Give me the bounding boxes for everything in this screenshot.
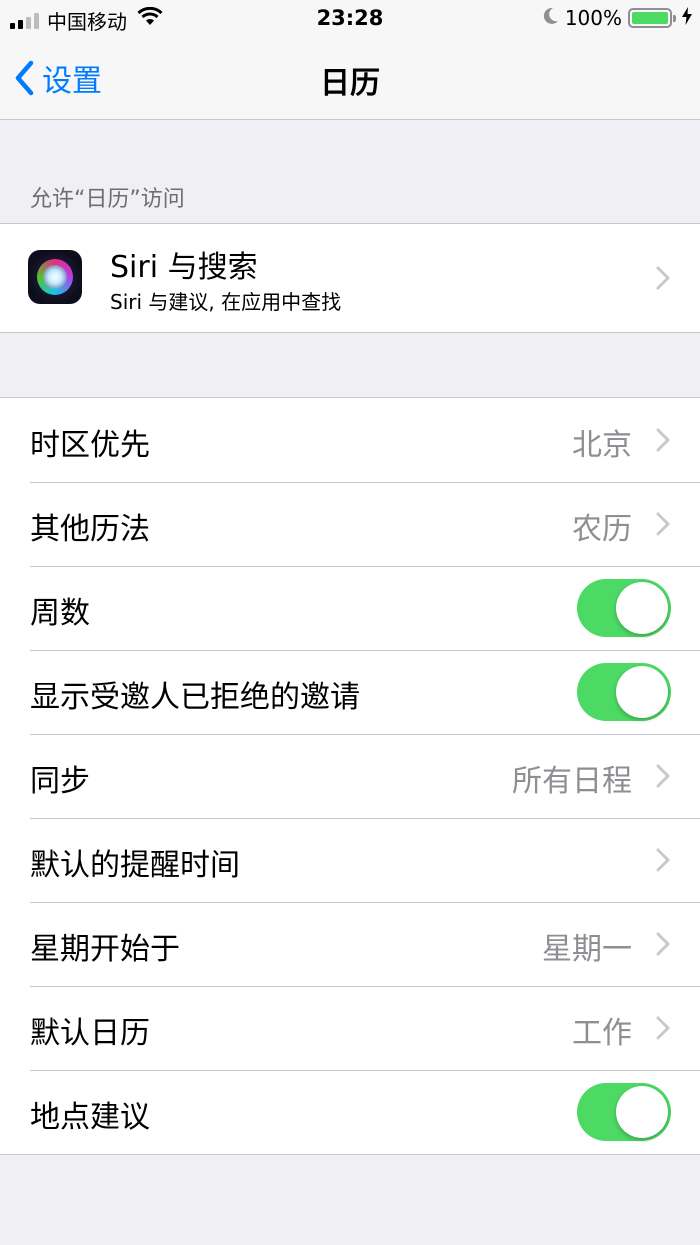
row-value: 所有日程	[512, 764, 632, 799]
row-week-numbers: 周数	[0, 566, 700, 650]
chevron-right-icon	[656, 848, 670, 872]
row-location-suggestions: 地点建议	[0, 1070, 700, 1154]
siri-title: Siri 与搜索	[110, 250, 258, 285]
chevron-right-icon	[656, 1016, 670, 1040]
chevron-right-icon	[656, 266, 670, 290]
siri-subtitle: Siri 与建议, 在应用中查找	[110, 290, 342, 314]
row-show-declined: 显示受邀人已拒绝的邀请	[0, 650, 700, 734]
row-label: 默认的提醒时间	[30, 848, 240, 883]
week-numbers-toggle[interactable]	[577, 579, 671, 637]
settings-group: 时区优先 北京 其他历法 农历 周数 显示受邀人已拒绝的邀请 同步 所有日程 默…	[0, 397, 700, 1155]
row-value: 星期一	[542, 932, 632, 967]
moon-icon	[543, 6, 559, 30]
row-label: 默认日历	[30, 1016, 150, 1051]
row-alternate-calendars[interactable]: 其他历法 农历	[0, 482, 700, 566]
row-timezone-override[interactable]: 时区优先 北京	[0, 398, 700, 482]
section-header: 允许“日历”访问	[30, 187, 185, 212]
status-bar: 中国移动 23:28 100%	[0, 0, 700, 38]
row-sync[interactable]: 同步 所有日程	[0, 734, 700, 818]
row-value: 农历	[572, 512, 632, 547]
location-suggestions-toggle[interactable]	[577, 1083, 671, 1141]
row-label: 地点建议	[30, 1100, 150, 1135]
chevron-right-icon	[656, 512, 670, 536]
row-start-week-on[interactable]: 星期开始于 星期一	[0, 902, 700, 986]
chevron-right-icon	[656, 932, 670, 956]
row-default-calendar[interactable]: 默认日历 工作	[0, 986, 700, 1070]
battery-percent: 100%	[564, 6, 622, 30]
siri-group: Siri 与搜索 Siri 与建议, 在应用中查找	[0, 223, 700, 333]
row-label: 显示受邀人已拒绝的邀请	[30, 680, 360, 715]
siri-icon	[28, 250, 82, 304]
row-label: 时区优先	[30, 428, 150, 463]
row-label: 其他历法	[30, 512, 150, 547]
chevron-right-icon	[656, 428, 670, 452]
page-title: 日历	[320, 66, 380, 101]
row-value: 工作	[572, 1016, 632, 1051]
battery-icon	[628, 8, 676, 28]
row-label: 星期开始于	[30, 932, 180, 967]
row-default-alert-times[interactable]: 默认的提醒时间	[0, 818, 700, 902]
nav-bar: 设置 日历	[0, 38, 700, 120]
status-right: 100%	[543, 6, 692, 30]
charging-icon	[682, 6, 692, 30]
row-value: 北京	[572, 428, 632, 463]
siri-search-row[interactable]: Siri 与搜索 Siri 与建议, 在应用中查找	[0, 224, 700, 332]
row-label: 周数	[30, 596, 90, 631]
chevron-right-icon	[656, 764, 670, 788]
row-label: 同步	[30, 764, 90, 799]
show-declined-toggle[interactable]	[577, 663, 671, 721]
